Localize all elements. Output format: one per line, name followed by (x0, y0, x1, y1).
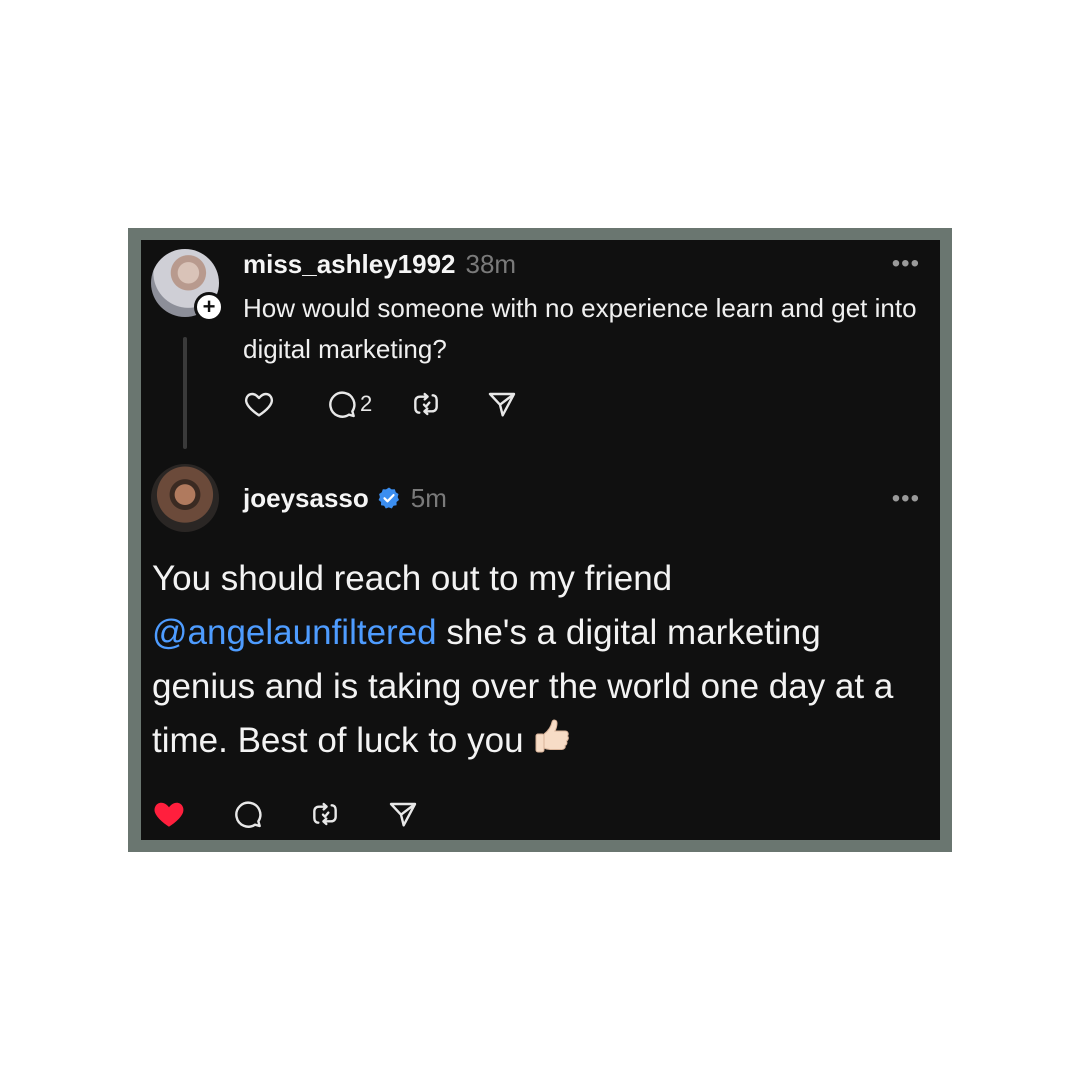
more-icon[interactable]: ••• (892, 485, 920, 513)
share-button[interactable] (387, 798, 419, 830)
post-actions: 2 (243, 388, 518, 420)
heart-icon (154, 802, 184, 827)
post-header: miss_ashley1992 38m (243, 246, 516, 282)
repost-icon (313, 802, 337, 826)
like-button[interactable] (243, 388, 275, 420)
heart-icon (245, 392, 273, 417)
timestamp: 38m (465, 248, 517, 279)
thumbs-up-emoji (535, 719, 569, 753)
mention-link[interactable]: @angelaunfiltered (152, 613, 437, 652)
timestamp: 5m (410, 482, 447, 513)
repost-icon (414, 392, 439, 416)
comment-button[interactable] (231, 798, 263, 830)
post-actions (151, 796, 419, 832)
share-button[interactable] (486, 388, 518, 420)
thread-card: + miss_ashley1992 38m ••• How would some… (141, 240, 940, 840)
post-header: joeysasso 5m (243, 480, 447, 516)
comment-button[interactable]: 2 (325, 388, 372, 420)
share-icon (489, 392, 516, 417)
share-icon (389, 802, 417, 827)
avatar[interactable] (151, 464, 219, 532)
more-icon[interactable]: ••• (892, 250, 920, 278)
like-button[interactable] (151, 796, 187, 832)
username[interactable]: miss_ashley1992 (243, 249, 456, 280)
plus-icon[interactable]: + (194, 292, 224, 322)
comment-icon (329, 391, 356, 418)
repost-button[interactable] (410, 388, 442, 420)
comment-icon (235, 801, 262, 828)
post-text: You should reach out to my friend @angel… (152, 552, 922, 768)
repost-button[interactable] (309, 798, 341, 830)
username[interactable]: joeysasso (243, 483, 369, 514)
post-text-start: You should reach out to my friend (152, 559, 673, 598)
verified-icon (378, 487, 399, 509)
reply-count: 2 (360, 391, 373, 416)
post-text: How would someone with no experience lea… (243, 293, 917, 364)
thread-line (183, 337, 187, 449)
